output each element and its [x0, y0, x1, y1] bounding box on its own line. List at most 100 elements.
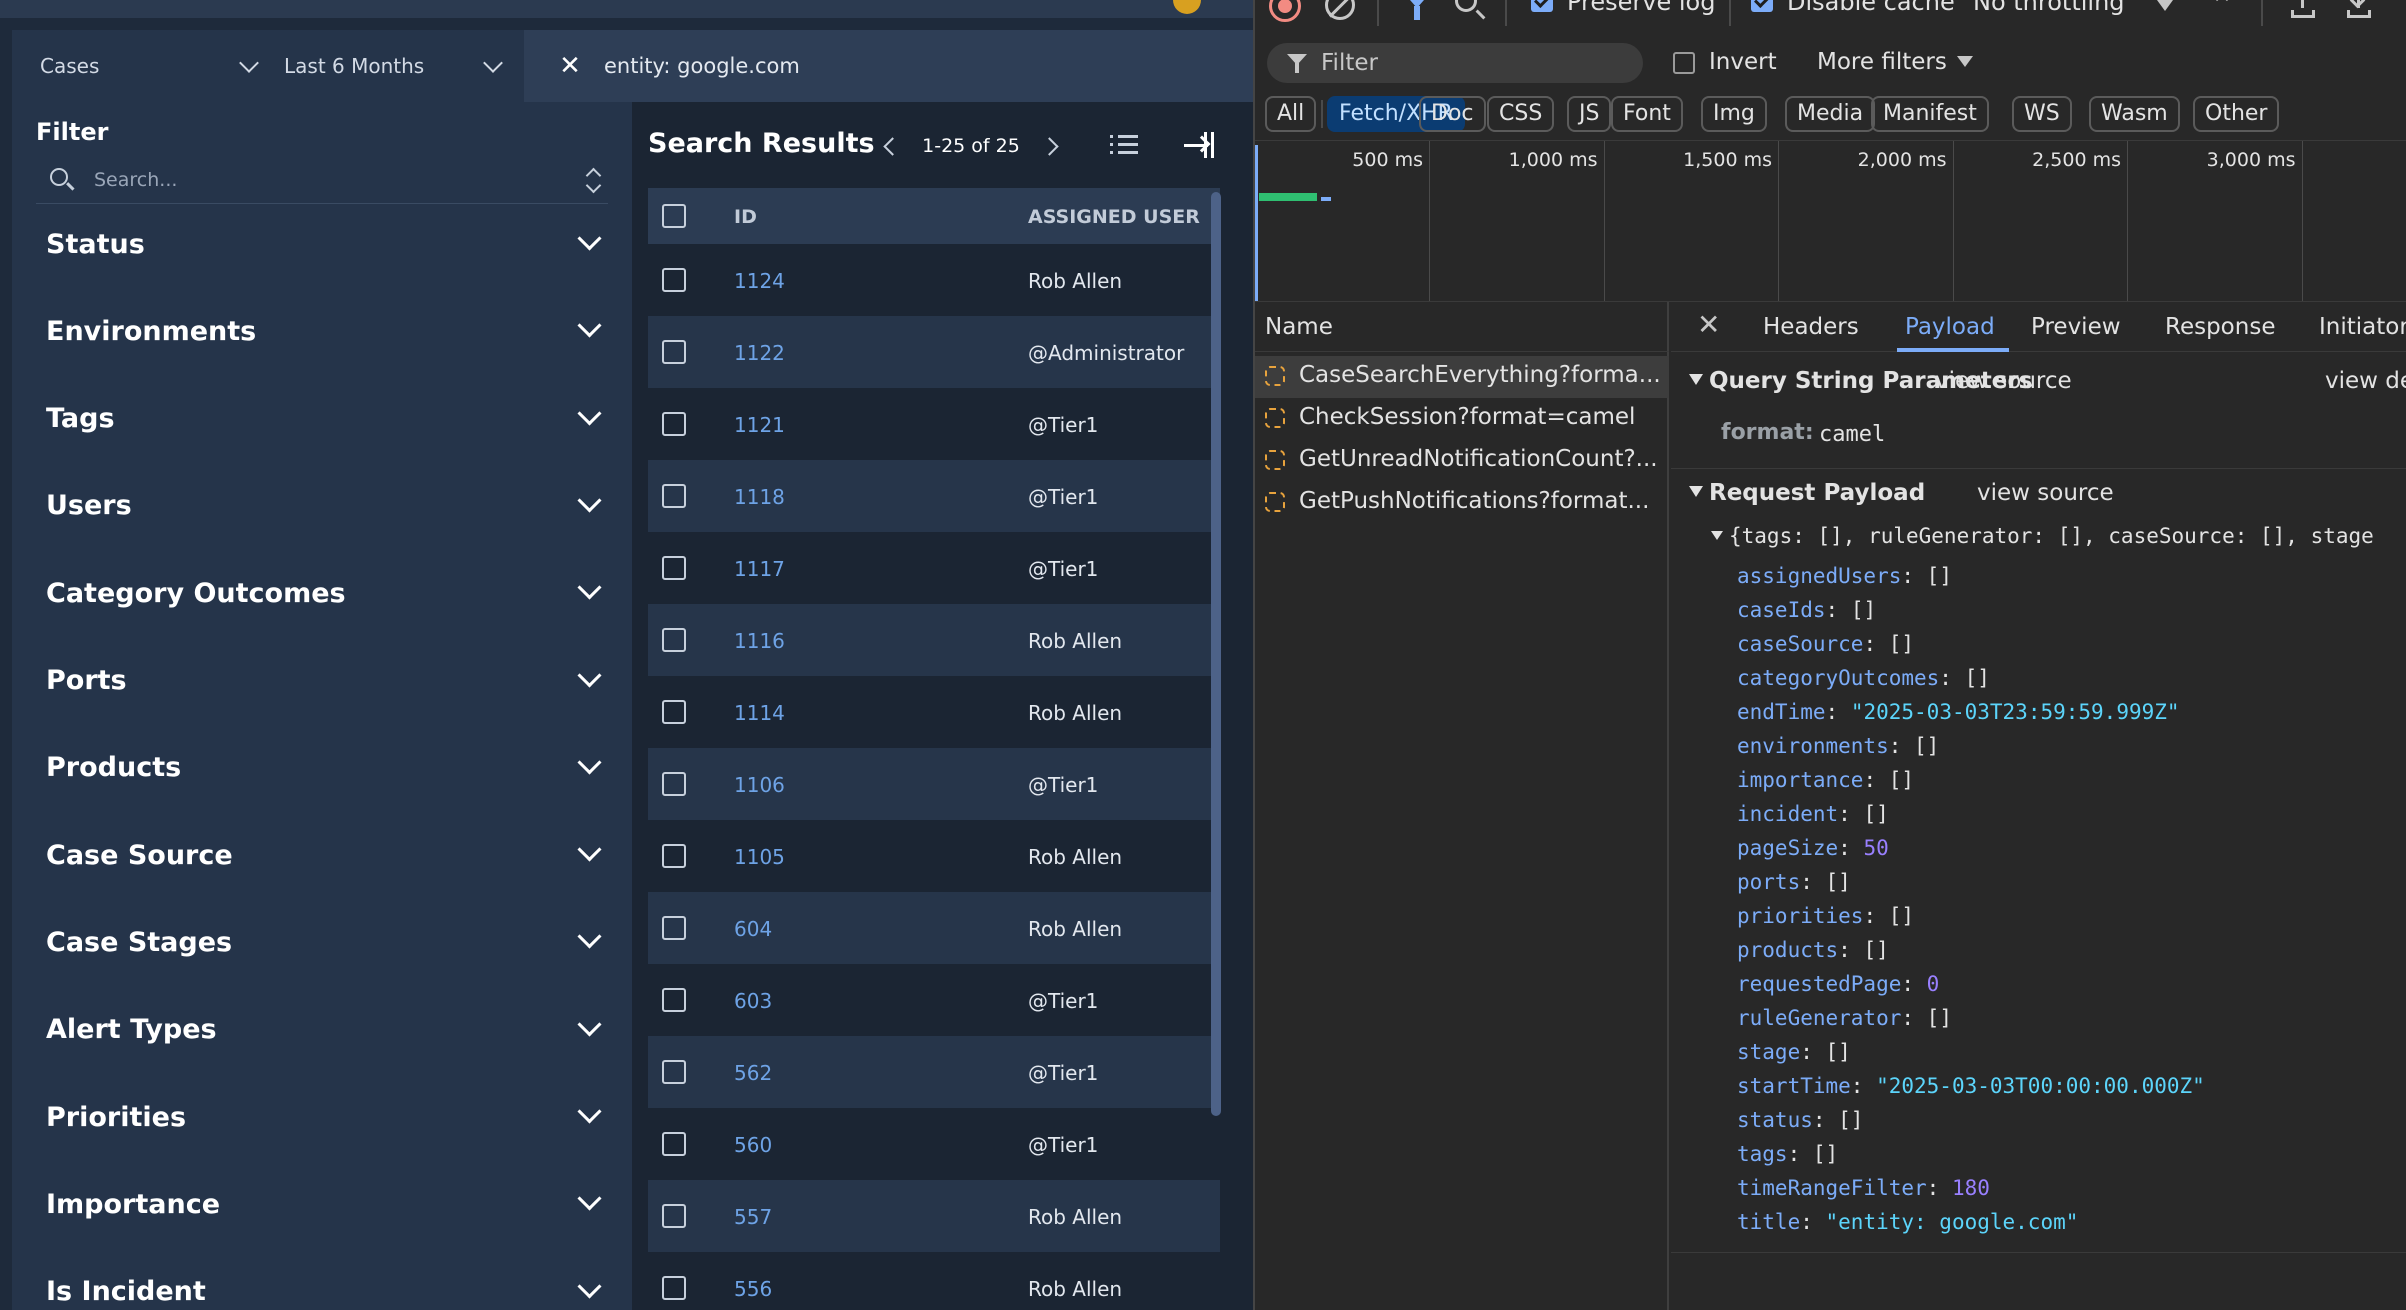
table-row[interactable]: 562 @Tier1 [648, 1036, 1220, 1108]
column-id[interactable]: ID [734, 206, 757, 228]
case-id-link[interactable]: 1105 [734, 845, 785, 869]
payload-field[interactable]: requestedPage: 0 [1737, 972, 1939, 996]
payload-field[interactable]: endTime: "2025-03-03T23:59:59.999Z" [1737, 700, 2180, 724]
filter-group-priorities[interactable]: Priorities [46, 1087, 606, 1147]
payload-field[interactable]: startTime: "2025-03-03T00:00:00.000Z" [1737, 1074, 2205, 1098]
payload-field[interactable]: status: [] [1737, 1108, 1863, 1132]
row-checkbox[interactable] [662, 1276, 686, 1300]
row-checkbox[interactable] [662, 772, 686, 796]
filter-group-is-incident[interactable]: Is Incident [46, 1262, 606, 1310]
case-id-link[interactable]: 1121 [734, 413, 785, 437]
preserve-log-checkbox[interactable] [1531, 0, 1553, 12]
payload-field[interactable]: products: [] [1737, 938, 1889, 962]
table-row[interactable]: 1117 @Tier1 [648, 532, 1220, 604]
table-row[interactable]: 1106 @Tier1 [648, 748, 1220, 820]
row-checkbox[interactable] [662, 628, 686, 652]
type-filter-all[interactable]: All [1265, 96, 1317, 132]
payload-field[interactable]: environments: [] [1737, 734, 1939, 758]
more-filters-button[interactable]: More filters [1817, 49, 1973, 75]
row-checkbox[interactable] [662, 268, 686, 292]
cases-select[interactable]: Cases [40, 30, 259, 102]
payload-field[interactable]: caseIds: [] [1737, 598, 1876, 622]
row-checkbox[interactable] [662, 844, 686, 868]
table-row[interactable]: 1105 Rob Allen [648, 820, 1220, 892]
tab-payload[interactable]: Payload [1905, 314, 1995, 340]
table-row[interactable]: 557 Rob Allen [648, 1180, 1220, 1252]
time-range-select[interactable]: Last 6 Months [284, 30, 503, 102]
case-id-link[interactable]: 604 [734, 917, 772, 941]
case-id-link[interactable]: 560 [734, 1133, 772, 1157]
table-row[interactable]: 1118 @Tier1 [648, 460, 1220, 532]
query-view-source-link[interactable]: view source [1935, 368, 2072, 394]
filter-group-case-source[interactable]: Case Source [46, 825, 606, 885]
filter-group-users[interactable]: Users [46, 476, 606, 536]
network-conditions-icon[interactable] [2205, 0, 2239, 22]
close-icon[interactable]: ✕ [1697, 308, 1720, 341]
filter-group-products[interactable]: Products [46, 738, 606, 798]
filter-group-status[interactable]: Status [46, 214, 606, 274]
row-checkbox[interactable] [662, 1204, 686, 1228]
case-id-link[interactable]: 603 [734, 989, 772, 1013]
collapse-panel-icon[interactable] [1182, 130, 1216, 160]
type-filter-media[interactable]: Media [1785, 96, 1876, 132]
payload-view-source-link[interactable]: view source [1977, 480, 2114, 506]
type-filter-font[interactable]: Font [1611, 96, 1683, 132]
chevron-right-icon[interactable] [1040, 137, 1059, 156]
case-id-link[interactable]: 1114 [734, 701, 785, 725]
case-id-link[interactable]: 1116 [734, 629, 785, 653]
timeline-cursor[interactable] [1255, 145, 1258, 301]
name-column-header[interactable]: Name [1255, 302, 1669, 352]
tab-response[interactable]: Response [2165, 314, 2275, 340]
payload-field[interactable]: caseSource: [] [1737, 632, 1914, 656]
row-checkbox[interactable] [662, 1132, 686, 1156]
table-row[interactable]: 1124 Rob Allen [648, 244, 1220, 316]
request-row[interactable]: CaseSearchEverything?forma... [1255, 356, 1669, 398]
filter-icon[interactable] [1403, 0, 1431, 20]
table-row[interactable]: 604 Rob Allen [648, 892, 1220, 964]
table-row[interactable]: 603 @Tier1 [648, 964, 1220, 1036]
request-row[interactable]: CheckSession?format=camel [1255, 398, 1669, 440]
chevron-left-icon[interactable] [883, 137, 902, 156]
payload-field[interactable]: priorities: [] [1737, 904, 1914, 928]
type-filter-doc[interactable]: Doc [1419, 96, 1486, 132]
throttling-dropdown-icon[interactable] [2157, 0, 2173, 11]
payload-field[interactable]: timeRangeFilter: 180 [1737, 1176, 1990, 1200]
payload-field[interactable]: categoryOutcomes: [] [1737, 666, 1990, 690]
network-timeline[interactable]: 500 ms 1,000 ms 1,500 ms 2,000 ms 2,500 ms 3,… [1255, 140, 2406, 302]
request-payload-section-header[interactable]: Request Payload [1689, 480, 1925, 506]
record-icon[interactable] [1269, 0, 1301, 22]
filter-group-category-outcomes[interactable]: Category Outcomes [46, 563, 606, 623]
row-checkbox[interactable] [662, 916, 686, 940]
entity-search-box[interactable]: ✕ entity: google.com [524, 30, 1253, 102]
filter-group-tags[interactable]: Tags [46, 389, 606, 449]
import-har-icon[interactable] [2291, 0, 2315, 20]
case-id-link[interactable]: 1117 [734, 557, 785, 581]
select-all-checkbox[interactable] [662, 204, 686, 228]
row-checkbox[interactable] [662, 340, 686, 364]
payload-field[interactable]: importance: [] [1737, 768, 1914, 792]
table-row[interactable]: 1114 Rob Allen [648, 676, 1220, 748]
tab-headers[interactable]: Headers [1763, 314, 1859, 340]
case-id-link[interactable]: 1124 [734, 269, 785, 293]
row-checkbox[interactable] [662, 484, 686, 508]
row-checkbox[interactable] [662, 1060, 686, 1084]
throttling-select[interactable]: No throttling [1973, 0, 2125, 16]
request-row[interactable]: GetUnreadNotificationCount?... [1255, 440, 1669, 482]
sort-icon[interactable] [580, 164, 608, 196]
notification-dot-icon[interactable] [1173, 0, 1201, 14]
network-filter-input[interactable] [1321, 47, 1621, 79]
type-filter-manifest[interactable]: Manifest [1871, 96, 1989, 132]
filter-group-alert-types[interactable]: Alert Types [46, 1000, 606, 1060]
list-view-icon[interactable] [1110, 132, 1138, 158]
type-filter-img[interactable]: Img [1701, 96, 1767, 132]
payload-field[interactable]: ports: [] [1737, 870, 1851, 894]
invert-checkbox[interactable] [1673, 52, 1695, 74]
column-assigned-user[interactable]: ASSIGNED USER [1028, 206, 1200, 228]
clear-icon[interactable] [1325, 0, 1355, 20]
results-scrollbar[interactable] [1211, 192, 1221, 1116]
row-checkbox[interactable] [662, 700, 686, 724]
type-filter-wasm[interactable]: Wasm [2089, 96, 2180, 132]
row-checkbox[interactable] [662, 556, 686, 580]
type-filter-js[interactable]: JS [1567, 96, 1612, 132]
disable-cache-checkbox[interactable] [1751, 0, 1773, 12]
